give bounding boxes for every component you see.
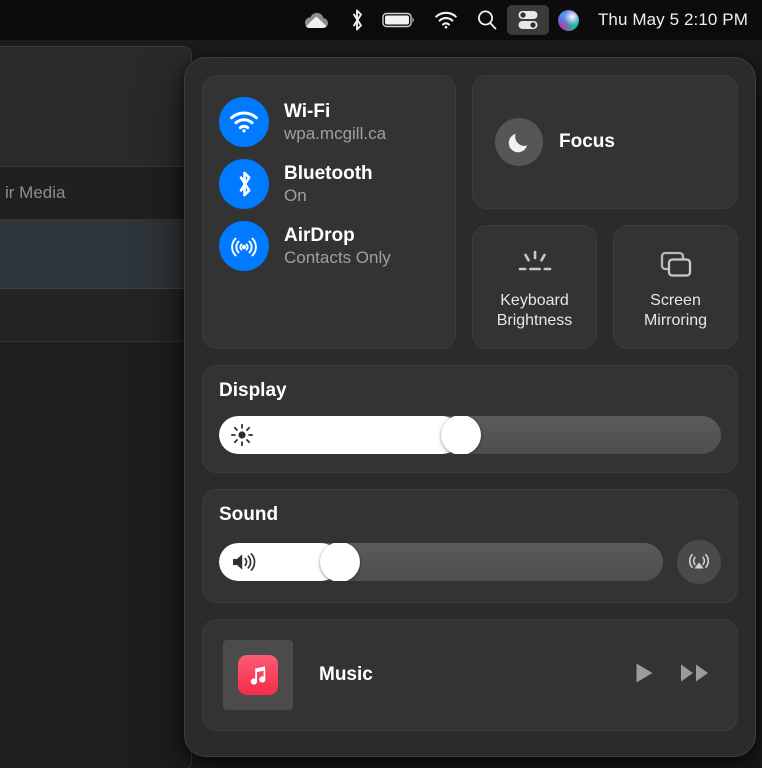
focus-label: Focus — [559, 131, 615, 152]
screen-mirroring-label: Screen Mirroring — [644, 291, 707, 331]
keyboard-brightness-label: Keyboard Brightness — [497, 291, 573, 331]
airdrop-title: AirDrop — [284, 224, 355, 246]
display-module: Display — [202, 365, 738, 473]
background-window-row-header: ir Media — [0, 167, 191, 220]
background-window-content — [0, 342, 191, 768]
moon-icon — [495, 118, 543, 166]
screen-mirroring-label-line2: Mirroring — [643, 312, 708, 329]
keyboard-brightness-tile[interactable]: Keyboard Brightness — [472, 225, 597, 349]
siri-icon[interactable] — [549, 5, 588, 35]
airdrop-row[interactable]: AirDrop Contacts Only — [203, 215, 455, 277]
sound-slider-line — [219, 540, 721, 584]
bluetooth-subtitle: On — [284, 185, 307, 205]
background-window-toolbar — [0, 47, 191, 167]
display-slider-knob[interactable] — [440, 416, 481, 454]
wifi-subtitle: wpa.mcgill.ca — [284, 123, 387, 143]
music-app-icon — [238, 655, 278, 695]
speaker-volume-icon — [230, 550, 258, 574]
background-window-row-label: ir Media — [5, 183, 66, 202]
music-app-name: Music — [319, 664, 373, 685]
battery-icon[interactable] — [373, 5, 425, 35]
wifi-title: Wi-Fi — [284, 100, 331, 122]
display-title: Display — [219, 380, 287, 401]
connectivity-module: Wi-Fi wpa.mcgill.ca Bluetooth On AirDrop… — [202, 75, 456, 349]
control-center-top-grid: Wi-Fi wpa.mcgill.ca Bluetooth On AirDrop… — [202, 75, 738, 349]
bluetooth-icon[interactable] — [341, 5, 373, 35]
airdrop-text: AirDrop Contacts Only — [284, 225, 391, 268]
screen: ir Media Thu May 5 2:10 PM Wi-Fi wpa.mcg… — [0, 0, 762, 768]
album-artwork — [223, 640, 293, 710]
wifi-row[interactable]: Wi-Fi wpa.mcgill.ca — [203, 91, 455, 153]
onedrive-cloud-icon[interactable] — [291, 5, 341, 35]
bluetooth-row[interactable]: Bluetooth On — [203, 153, 455, 215]
display-slider-fill — [219, 416, 461, 454]
bluetooth-icon — [219, 159, 269, 209]
airplay-audio-icon[interactable] — [677, 540, 721, 584]
background-window-row[interactable] — [0, 289, 191, 342]
focus-module[interactable]: Focus — [472, 75, 738, 209]
menu-bar-clock[interactable]: Thu May 5 2:10 PM — [588, 10, 754, 30]
display-slider-line — [219, 416, 721, 454]
music-controls — [631, 660, 717, 691]
sound-slider-knob[interactable] — [320, 543, 360, 581]
airdrop-icon — [219, 221, 269, 271]
menu-bar: Thu May 5 2:10 PM — [0, 0, 762, 40]
control-center-icon[interactable] — [506, 5, 549, 35]
bluetooth-title: Bluetooth — [284, 162, 373, 184]
background-window-selected-row[interactable] — [0, 220, 191, 289]
wifi-icon — [219, 97, 269, 147]
control-center-right-column: Focus Keyboard Brightness Screen Mirrori… — [472, 75, 738, 349]
control-center-panel: Wi-Fi wpa.mcgill.ca Bluetooth On AirDrop… — [184, 57, 756, 757]
display-brightness-slider[interactable] — [219, 416, 721, 454]
wifi-text: Wi-Fi wpa.mcgill.ca — [284, 101, 386, 144]
play-icon[interactable] — [631, 660, 657, 691]
bluetooth-text: Bluetooth On — [284, 163, 373, 206]
keyboard-brightness-label-line2: Brightness — [496, 312, 573, 329]
wifi-icon[interactable] — [425, 5, 467, 35]
brightness-sun-icon — [230, 423, 254, 447]
screen-mirroring-icon — [656, 243, 696, 287]
sound-title: Sound — [219, 504, 279, 525]
screen-mirroring-tile[interactable]: Screen Mirroring — [613, 225, 738, 349]
background-window[interactable]: ir Media — [0, 46, 192, 768]
keyboard-brightness-label-line1: Keyboard — [500, 292, 569, 309]
airdrop-subtitle: Contacts Only — [284, 247, 391, 267]
fast-forward-icon[interactable] — [679, 660, 711, 691]
siri-orb — [557, 9, 579, 31]
sound-volume-slider[interactable] — [219, 543, 663, 581]
sound-module: Sound — [202, 489, 738, 603]
spotlight-search-icon[interactable] — [467, 5, 507, 35]
keyboard-brightness-icon — [512, 243, 558, 287]
music-module: Music — [202, 619, 738, 731]
utility-tiles: Keyboard Brightness Screen Mirroring — [472, 225, 738, 349]
screen-mirroring-label-line1: Screen — [650, 292, 701, 309]
